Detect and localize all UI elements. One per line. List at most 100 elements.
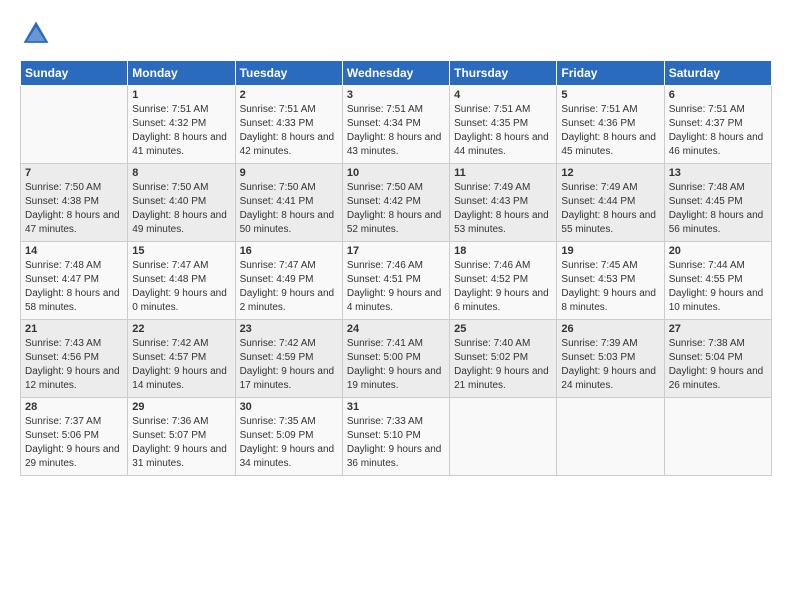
calendar-cell: 16Sunrise: 7:47 AMSunset: 4:49 PMDayligh… [235,242,342,320]
day-number: 21 [25,323,123,335]
day-number: 22 [132,323,230,335]
calendar-cell: 15Sunrise: 7:47 AMSunset: 4:48 PMDayligh… [128,242,235,320]
calendar-cell: 18 Sunrise: 7:46 AMSunset: 4:52 PMDayligh… [450,242,557,320]
day-number: 30 [240,401,338,413]
day-number: 25 [454,323,552,335]
day-info: Sunrise: 7:51 AMSunset: 4:33 PMDaylight:… [240,103,338,159]
calendar-cell: 29 Sunrise: 7:36 AMSunset: 5:07 PMDayligh… [128,398,235,476]
day-info: Sunrise: 7:51 AMSunset: 4:35 PMDaylight:… [454,103,552,159]
day-number: 7 [25,167,123,179]
calendar-week-row: 14 Sunrise: 7:48 AMSunset: 4:47 PMDayligh… [21,242,772,320]
calendar-cell: 25Sunrise: 7:40 AMSunset: 5:02 PMDayligh… [450,320,557,398]
calendar-cell: 27 Sunrise: 7:38 AMSunset: 5:04 PMDayligh… [664,320,771,398]
day-number: 20 [669,245,767,257]
calendar-cell: 24 Sunrise: 7:41 AMSunset: 5:00 PMDayligh… [342,320,449,398]
day-info: Sunrise: 7:50 AMSunset: 4:38 PMDaylight:… [25,181,123,237]
day-number: 17 [347,245,445,257]
calendar-cell: 14 Sunrise: 7:48 AMSunset: 4:47 PMDayligh… [21,242,128,320]
calendar-cell: 19 Sunrise: 7:45 AMSunset: 4:53 PMDayligh… [557,242,664,320]
day-info: Sunrise: 7:51 AMSunset: 4:34 PMDaylight:… [347,103,445,159]
day-info: Sunrise: 7:46 AMSunset: 4:52 PMDaylight:… [454,259,552,315]
day-of-week-header: Saturday [664,61,771,86]
calendar-week-row: 21 Sunrise: 7:43 AMSunset: 4:56 PMDayligh… [21,320,772,398]
calendar-cell: 23 Sunrise: 7:42 AMSunset: 4:59 PMDayligh… [235,320,342,398]
day-number: 18 [454,245,552,257]
calendar-week-row: 1 Sunrise: 7:51 AMSunset: 4:32 PMDaylight… [21,86,772,164]
day-number: 27 [669,323,767,335]
day-info: Sunrise: 7:48 AMSunset: 4:45 PMDaylight:… [669,181,767,237]
day-info: Sunrise: 7:35 AMSunset: 5:09 PMDaylight:… [240,415,338,471]
day-info: Sunrise: 7:36 AMSunset: 5:07 PMDaylight:… [132,415,230,471]
calendar-cell: 9Sunrise: 7:50 AMSunset: 4:41 PMDaylight… [235,164,342,242]
day-of-week-header: Thursday [450,61,557,86]
calendar-cell: 5 Sunrise: 7:51 AMSunset: 4:36 PMDaylight… [557,86,664,164]
day-number: 6 [669,89,767,101]
day-info: Sunrise: 7:39 AMSunset: 5:03 PMDaylight:… [561,337,659,393]
day-info: Sunrise: 7:50 AMSunset: 4:42 PMDaylight:… [347,181,445,237]
day-info: Sunrise: 7:48 AMSunset: 4:47 PMDaylight:… [25,259,123,315]
calendar-cell: 3Sunrise: 7:51 AMSunset: 4:34 PMDaylight… [342,86,449,164]
day-number: 23 [240,323,338,335]
calendar-cell: 28 Sunrise: 7:37 AMSunset: 5:06 PMDayligh… [21,398,128,476]
day-info: Sunrise: 7:49 AMSunset: 4:44 PMDaylight:… [561,181,659,237]
day-of-week-header: Sunday [21,61,128,86]
day-number: 28 [25,401,123,413]
calendar-week-row: 7 Sunrise: 7:50 AMSunset: 4:38 PMDaylight… [21,164,772,242]
calendar-cell: 11Sunrise: 7:49 AMSunset: 4:43 PMDayligh… [450,164,557,242]
day-info: Sunrise: 7:42 AMSunset: 4:59 PMDaylight:… [240,337,338,393]
day-number: 29 [132,401,230,413]
header [20,18,772,50]
logo-icon [20,18,52,50]
calendar-cell: 10Sunrise: 7:50 AMSunset: 4:42 PMDayligh… [342,164,449,242]
day-of-week-header: Tuesday [235,61,342,86]
day-info: Sunrise: 7:43 AMSunset: 4:56 PMDaylight:… [25,337,123,393]
day-info: Sunrise: 7:51 AMSunset: 4:37 PMDaylight:… [669,103,767,159]
calendar-cell: 7 Sunrise: 7:50 AMSunset: 4:38 PMDaylight… [21,164,128,242]
day-info: Sunrise: 7:38 AMSunset: 5:04 PMDaylight:… [669,337,767,393]
day-number: 15 [132,245,230,257]
page: SundayMondayTuesdayWednesdayThursdayFrid… [0,0,792,612]
calendar-cell: 1 Sunrise: 7:51 AMSunset: 4:32 PMDaylight… [128,86,235,164]
calendar-cell: 17 Sunrise: 7:46 AMSunset: 4:51 PMDayligh… [342,242,449,320]
day-number: 11 [454,167,552,179]
day-number: 1 [132,89,230,101]
day-number: 9 [240,167,338,179]
calendar-cell: 21 Sunrise: 7:43 AMSunset: 4:56 PMDayligh… [21,320,128,398]
header-row: SundayMondayTuesdayWednesdayThursdayFrid… [21,61,772,86]
calendar-cell: 13 Sunrise: 7:48 AMSunset: 4:45 PMDayligh… [664,164,771,242]
calendar-cell [664,398,771,476]
calendar-cell [21,86,128,164]
calendar-cell: 22Sunrise: 7:42 AMSunset: 4:57 PMDayligh… [128,320,235,398]
day-number: 13 [669,167,767,179]
day-number: 24 [347,323,445,335]
day-of-week-header: Monday [128,61,235,86]
calendar-cell: 8 Sunrise: 7:50 AMSunset: 4:40 PMDaylight… [128,164,235,242]
day-number: 8 [132,167,230,179]
calendar-cell: 6 Sunrise: 7:51 AMSunset: 4:37 PMDaylight… [664,86,771,164]
calendar-cell: 4 Sunrise: 7:51 AMSunset: 4:35 PMDaylight… [450,86,557,164]
day-info: Sunrise: 7:37 AMSunset: 5:06 PMDaylight:… [25,415,123,471]
calendar-cell [557,398,664,476]
calendar-cell: 20 Sunrise: 7:44 AMSunset: 4:55 PMDayligh… [664,242,771,320]
day-info: Sunrise: 7:50 AMSunset: 4:40 PMDaylight:… [132,181,230,237]
day-info: Sunrise: 7:45 AMSunset: 4:53 PMDaylight:… [561,259,659,315]
day-info: Sunrise: 7:44 AMSunset: 4:55 PMDaylight:… [669,259,767,315]
day-number: 4 [454,89,552,101]
day-number: 2 [240,89,338,101]
calendar-cell: 26 Sunrise: 7:39 AMSunset: 5:03 PMDayligh… [557,320,664,398]
day-info: Sunrise: 7:41 AMSunset: 5:00 PMDaylight:… [347,337,445,393]
day-number: 26 [561,323,659,335]
day-info: Sunrise: 7:51 AMSunset: 4:36 PMDaylight:… [561,103,659,159]
day-info: Sunrise: 7:33 AMSunset: 5:10 PMDaylight:… [347,415,445,471]
day-number: 14 [25,245,123,257]
day-of-week-header: Friday [557,61,664,86]
calendar-table: SundayMondayTuesdayWednesdayThursdayFrid… [20,60,772,476]
calendar-week-row: 28 Sunrise: 7:37 AMSunset: 5:06 PMDayligh… [21,398,772,476]
day-info: Sunrise: 7:46 AMSunset: 4:51 PMDaylight:… [347,259,445,315]
calendar-cell: 30 Sunrise: 7:35 AMSunset: 5:09 PMDayligh… [235,398,342,476]
day-number: 5 [561,89,659,101]
day-number: 19 [561,245,659,257]
day-number: 12 [561,167,659,179]
day-info: Sunrise: 7:51 AMSunset: 4:32 PMDaylight:… [132,103,230,159]
day-number: 16 [240,245,338,257]
